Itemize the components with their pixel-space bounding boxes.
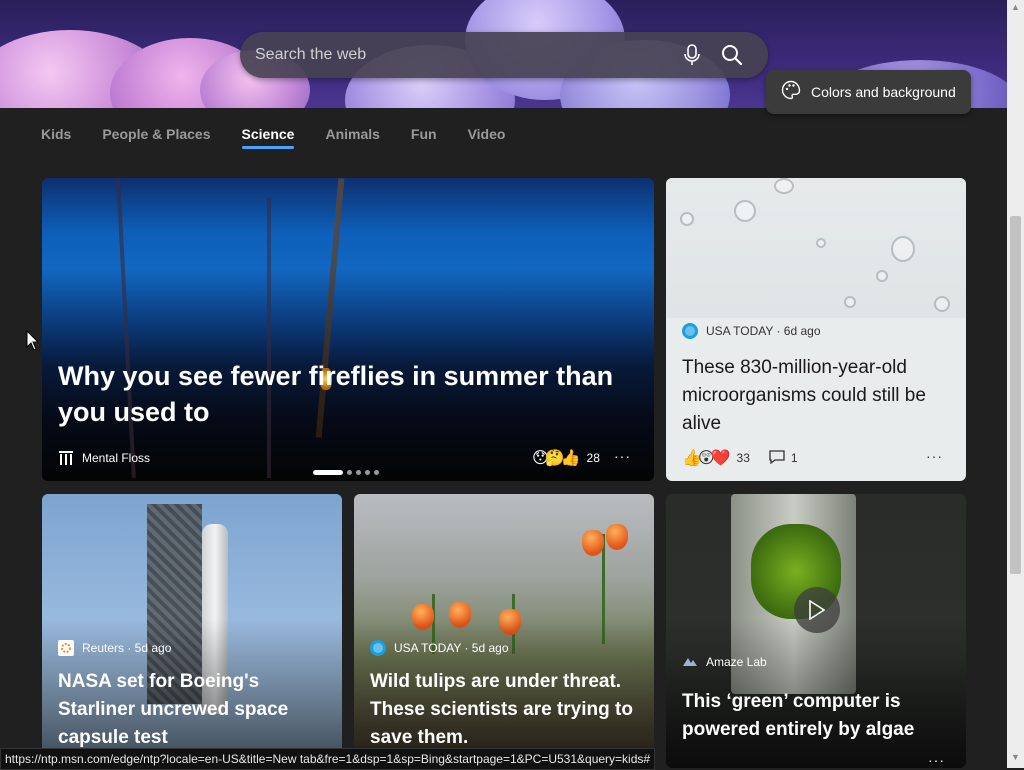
hero-reactions[interactable]: 😯 🤔 👍 28 bbox=[532, 448, 600, 468]
tulip-image bbox=[606, 524, 628, 550]
nasa-title[interactable]: NASA set for Boeing's Starliner uncrewed… bbox=[58, 668, 328, 752]
search-bar bbox=[240, 32, 768, 78]
more-options-button[interactable]: ··· bbox=[614, 448, 631, 464]
hero-title[interactable]: Why you see fewer fireflies in summer th… bbox=[58, 358, 628, 430]
algae-title[interactable]: This ‘green’ computer is powered entirel… bbox=[682, 688, 957, 744]
colors-and-background-button[interactable]: Colors and background bbox=[766, 70, 971, 114]
carousel-dot[interactable] bbox=[365, 470, 370, 475]
tulips-source: USA TODAY · 5d ago bbox=[370, 640, 509, 656]
usa-today-logo-icon bbox=[370, 640, 386, 656]
search-input[interactable] bbox=[240, 45, 672, 65]
more-options-button[interactable]: ··· bbox=[928, 752, 945, 768]
microphone-icon[interactable] bbox=[672, 35, 712, 75]
comment-count: 1 bbox=[790, 451, 798, 465]
micro-title[interactable]: These 830-million-year-old microorganism… bbox=[682, 354, 957, 438]
colors-button-label: Colors and background bbox=[811, 84, 956, 100]
hero-source-name: Mental Floss bbox=[82, 451, 151, 465]
tulip-image bbox=[582, 530, 604, 556]
mouse-cursor-icon bbox=[26, 329, 40, 357]
more-options-button[interactable]: ··· bbox=[926, 448, 943, 464]
article-card-nasa[interactable]: Reuters · 5d ago NASA set for Boeing's S… bbox=[42, 494, 342, 768]
mental-floss-logo-icon bbox=[58, 450, 74, 466]
grass-stalk bbox=[116, 178, 136, 478]
amaze-lab-logo-icon bbox=[682, 654, 698, 670]
bubbles-image bbox=[666, 178, 966, 318]
nasa-source: Reuters · 5d ago bbox=[58, 640, 171, 656]
carousel-dot[interactable] bbox=[356, 470, 361, 475]
scroll-up-icon[interactable]: ▲ bbox=[1011, 2, 1020, 12]
link-status-bar: https://ntp.msn.com/edge/ntp?locale=en-U… bbox=[0, 748, 656, 770]
tab-fun[interactable]: Fun bbox=[411, 126, 437, 142]
reaction-count: 28 bbox=[586, 451, 600, 465]
algae-source: Amaze Lab bbox=[682, 654, 767, 670]
article-card-algae[interactable]: Amaze Lab This ‘green’ computer is power… bbox=[666, 494, 966, 768]
carousel-dot[interactable] bbox=[313, 470, 343, 475]
tab-video[interactable]: Video bbox=[468, 126, 506, 142]
grass-stalk bbox=[267, 198, 271, 478]
micro-source: USA TODAY · 6d ago bbox=[682, 323, 821, 339]
usa-today-logo-icon bbox=[682, 323, 698, 339]
hero-article-card[interactable]: Why you see fewer fireflies in summer th… bbox=[42, 178, 654, 481]
palette-icon bbox=[781, 80, 801, 105]
algae-source-text: Amaze Lab bbox=[706, 655, 767, 669]
article-card-microorganisms[interactable]: USA TODAY · 6d ago These 830-million-yea… bbox=[666, 178, 966, 481]
carousel-dot[interactable] bbox=[374, 470, 379, 475]
micro-reactions[interactable]: 👍 😲 ❤️ 33 1 bbox=[682, 448, 798, 468]
reaction-emoji-icon: 👍 bbox=[560, 450, 581, 467]
scrollbar-thumb[interactable] bbox=[1010, 216, 1021, 574]
tab-science[interactable]: Science bbox=[241, 126, 294, 149]
tab-people-places[interactable]: People & Places bbox=[102, 126, 210, 142]
micro-source-text: USA TODAY · 6d ago bbox=[706, 324, 821, 338]
hero-source: Mental Floss bbox=[58, 450, 150, 466]
reaction-emoji-icon: ❤️ bbox=[710, 450, 731, 467]
carousel-dot[interactable] bbox=[347, 470, 352, 475]
carousel-dots bbox=[313, 470, 383, 475]
search-icon[interactable] bbox=[712, 35, 752, 75]
comment-icon bbox=[768, 449, 786, 468]
article-card-tulips[interactable]: USA TODAY · 5d ago Wild tulips are under… bbox=[354, 494, 654, 768]
nasa-source-text: Reuters · 5d ago bbox=[82, 641, 172, 655]
category-tabs: Kids People & Places Science Animals Fun… bbox=[41, 126, 536, 149]
scroll-down-icon[interactable]: ▼ bbox=[1011, 752, 1020, 762]
reuters-logo-icon bbox=[58, 640, 74, 656]
tulips-source-text: USA TODAY · 5d ago bbox=[394, 641, 509, 655]
reaction-count: 33 bbox=[736, 451, 750, 465]
tab-kids[interactable]: Kids bbox=[41, 126, 71, 142]
tab-animals[interactable]: Animals bbox=[325, 126, 379, 142]
tulips-title[interactable]: Wild tulips are under threat. These scie… bbox=[370, 668, 645, 752]
